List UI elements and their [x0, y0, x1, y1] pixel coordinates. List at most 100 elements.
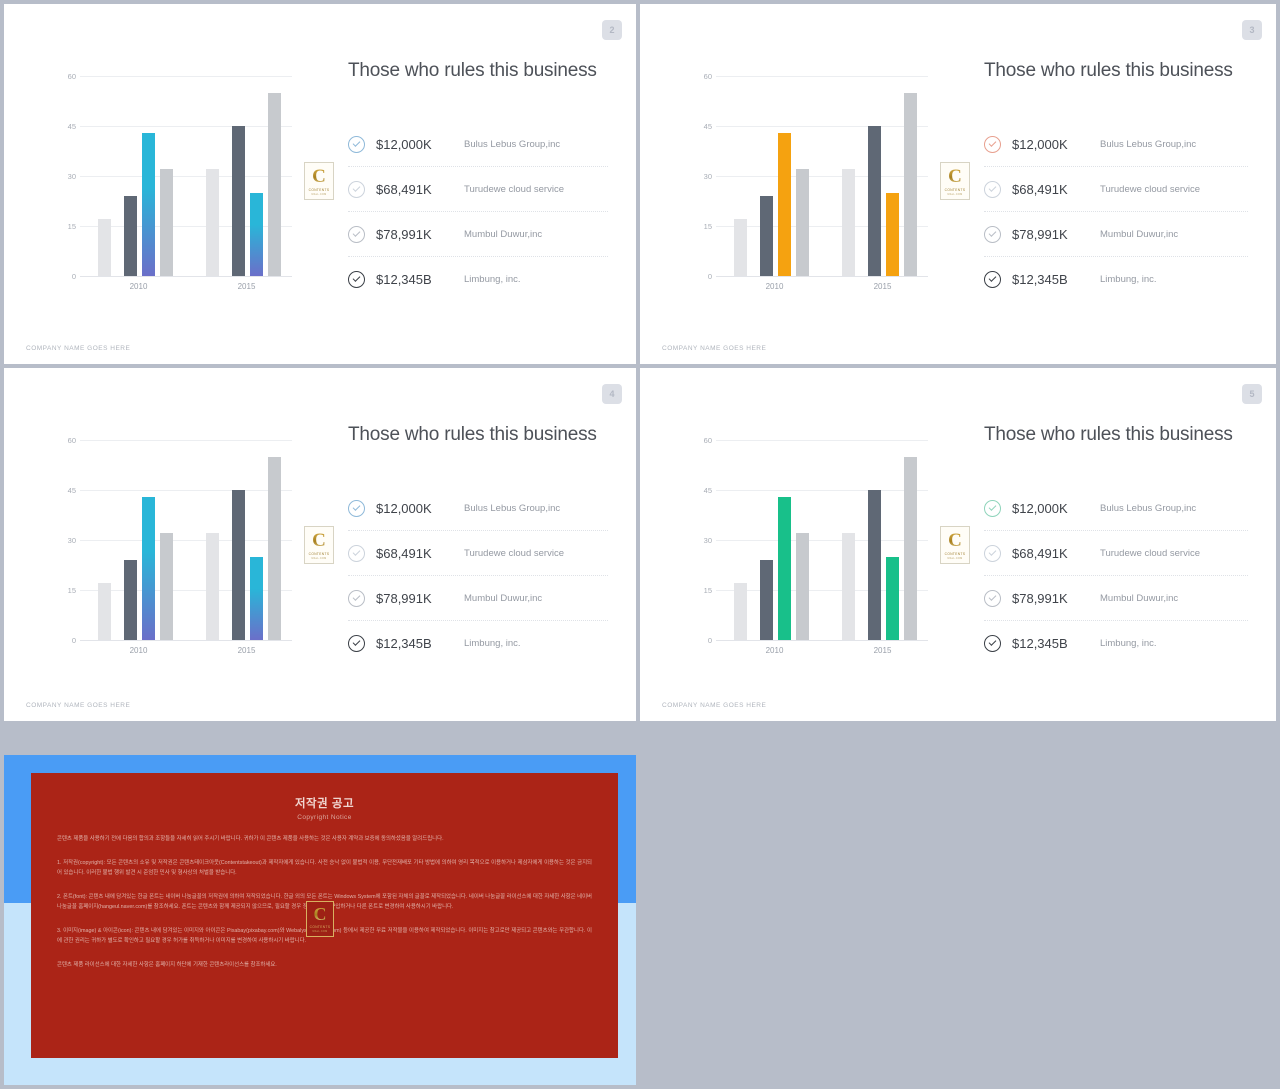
- chart-y-axis-tick: 45: [67, 486, 76, 495]
- slide-footer: COMPANY NAME GOES HERE: [662, 345, 767, 352]
- chart-bar: [868, 490, 881, 640]
- slide-thumbnail[interactable]: 4 0 15 30 45 60 2010 2015 Those who rules this b…: [4, 368, 636, 721]
- legend-list: $12,000K Bulus Lebus Group,inc $68,491K Tur…: [984, 122, 1248, 302]
- chart-y-axis-tick: 0: [707, 636, 712, 645]
- check-circle-icon: [984, 499, 1001, 517]
- slide-content-column: Those who rules this business C CONTENTS MA…: [940, 424, 1252, 681]
- legend-item[interactable]: $12,345B Limbung, inc.: [348, 257, 608, 302]
- chart-bar-highlight: [886, 192, 899, 276]
- chart-bar: [98, 219, 111, 276]
- chart-bars: [80, 440, 292, 640]
- check-circle-icon: [348, 225, 365, 243]
- legend-item[interactable]: $12,000K Bulus Lebus Group,inc: [984, 486, 1248, 531]
- copyright-paragraph: 콘텐츠 제품을 사용하기 전에 다음의 합의과 조항들을 자세히 읽어 주시기 …: [57, 836, 444, 842]
- chart-x-axis-tick: 2015: [237, 646, 256, 655]
- logo-domain: MALL.COM: [311, 192, 327, 196]
- chart-bar: [124, 196, 137, 276]
- logo-domain: MALL.COM: [947, 192, 963, 196]
- chart-y-axis-tick: 0: [707, 272, 712, 281]
- chart-y-axis-tick: 45: [703, 122, 712, 131]
- legend-company-name: Mumbul Duwur,inc: [464, 228, 543, 240]
- legend-company-name: Turudewe cloud service: [464, 183, 564, 195]
- chart-bar: [160, 169, 173, 276]
- chart-y-axis-tick: 30: [703, 536, 712, 545]
- chart-bar: [734, 219, 747, 276]
- chart-x-axis-tick: 2010: [129, 282, 148, 291]
- legend-value: $68,491K: [1012, 545, 1068, 561]
- legend-item[interactable]: $12,345B Limbung, inc.: [348, 621, 608, 666]
- slide-thumbnail[interactable]: 3 0 15 30 45 60 2010 2015 Those who rules this b…: [640, 4, 1276, 364]
- legend-company-name: Bulus Lebus Group,inc: [464, 502, 561, 514]
- chart-plot-area: 0 15 30 45 60: [704, 436, 928, 645]
- chart-bar: [904, 92, 917, 276]
- check-circle-icon: [348, 544, 365, 562]
- legend-item[interactable]: $78,991K Mumbul Duwur,inc: [348, 576, 608, 621]
- legend-company-name: Bulus Lebus Group,inc: [464, 138, 561, 150]
- legend-item[interactable]: $68,491K Turudewe cloud service: [348, 167, 608, 212]
- legend-item[interactable]: $12,000K Bulus Lebus Group,inc: [984, 122, 1248, 167]
- logo-letter: C: [312, 529, 326, 551]
- chart-y-axis-tick: 15: [67, 222, 76, 231]
- slide-canvas: 4 0 15 30 45 60 2010 2015 Those who rules this b…: [4, 368, 636, 721]
- chart-bar-highlight: [778, 496, 791, 640]
- slide-thumbnail[interactable]: 5 0 15 30 45 60 2010 2015 Those who rules this b…: [640, 368, 1276, 721]
- brand-logo: C CONTENTS MALL.COM: [940, 526, 970, 564]
- logo-letter: C: [948, 165, 962, 187]
- logo-domain: MALL.COM: [947, 556, 963, 560]
- slide-footer: COMPANY NAME GOES HERE: [26, 345, 131, 352]
- logo-wordmark: CONTENTS: [309, 925, 331, 929]
- slide-number-badge: 5: [1242, 384, 1262, 404]
- chart-y-axis-tick: 15: [703, 586, 712, 595]
- chart-y-axis-tick: 0: [71, 272, 76, 281]
- chart-bar: [232, 126, 245, 276]
- slide-title: Those who rules this business: [984, 424, 1233, 445]
- check-circle-icon: [984, 271, 1001, 288]
- legend-item[interactable]: $12,000K Bulus Lebus Group,inc: [348, 486, 608, 531]
- legend-company-name: Turudewe cloud service: [1100, 547, 1200, 559]
- legend-item[interactable]: $78,991K Mumbul Duwur,inc: [348, 212, 608, 257]
- legend-item[interactable]: $78,991K Mumbul Duwur,inc: [984, 576, 1248, 621]
- legend-item[interactable]: $12,345B Limbung, inc.: [984, 621, 1248, 666]
- legend-value: $78,991K: [1012, 590, 1068, 606]
- legend-company-name: Limbung, inc.: [464, 638, 521, 649]
- legend-value: $68,491K: [376, 181, 432, 197]
- legend-item[interactable]: $78,991K Mumbul Duwur,inc: [984, 212, 1248, 257]
- slide-canvas: 5 0 15 30 45 60 2010 2015 Those who rules this b…: [640, 368, 1276, 721]
- legend-list: $12,000K Bulus Lebus Group,inc $68,491K Tur…: [348, 486, 608, 666]
- legend-item[interactable]: $12,000K Bulus Lebus Group,inc: [348, 122, 608, 167]
- slide-thumbnail[interactable]: 2 0 15 30 45 60 2010 2015 Those who rules this b…: [4, 4, 636, 364]
- check-circle-icon: [348, 635, 365, 652]
- chart-y-axis-tick: 15: [703, 222, 712, 231]
- logo-wordmark: CONTENTS: [308, 187, 330, 192]
- chart-y-axis-tick: 60: [703, 72, 712, 81]
- legend-item[interactable]: $68,491K Turudewe cloud service: [984, 167, 1248, 212]
- chart-bar-highlight: [886, 556, 899, 640]
- copyright-paragraph: 1. 저작권(copyright): 모든 콘텐츠의 소유 및 저작권은 콘텐츠…: [57, 859, 592, 877]
- legend-item[interactable]: $68,491K Turudewe cloud service: [348, 531, 608, 576]
- chart-bars: [716, 440, 928, 640]
- chart-gridline: [80, 640, 292, 641]
- chart-bar: [842, 533, 855, 640]
- bar-chart: 0 15 30 45 60 2010 2015: [52, 66, 292, 306]
- chart-bar-highlight: [250, 556, 263, 640]
- chart-bar: [734, 583, 747, 640]
- logo-domain: MALL.COM: [311, 556, 327, 560]
- legend-company-name: Mumbul Duwur,inc: [1100, 228, 1179, 240]
- copyright-slide[interactable]: 저작권 공고 Copyright Notice 콘텐츠 제품을 사용하기 전에 다음…: [4, 755, 636, 1085]
- chart-plot-area: 0 15 30 45 60: [704, 72, 928, 281]
- slide-title: Those who rules this business: [348, 60, 597, 81]
- slide-footer: COMPANY NAME GOES HERE: [662, 702, 767, 709]
- legend-item[interactable]: $12,345B Limbung, inc.: [984, 257, 1248, 302]
- check-circle-icon: [348, 135, 365, 153]
- legend-value: $68,491K: [376, 545, 432, 561]
- slide-footer: COMPANY NAME GOES HERE: [26, 702, 131, 709]
- logo-wordmark: CONTENTS: [944, 187, 966, 192]
- chart-gridline: [80, 276, 292, 277]
- legend-item[interactable]: $68,491K Turudewe cloud service: [984, 531, 1248, 576]
- chart-x-axis: 2010 2015: [716, 282, 928, 296]
- chart-y-axis-tick: 15: [67, 586, 76, 595]
- legend-value: $68,491K: [1012, 181, 1068, 197]
- chart-bar: [268, 92, 281, 276]
- chart-bar: [796, 169, 809, 276]
- legend-list: $12,000K Bulus Lebus Group,inc $68,491K Tur…: [984, 486, 1248, 666]
